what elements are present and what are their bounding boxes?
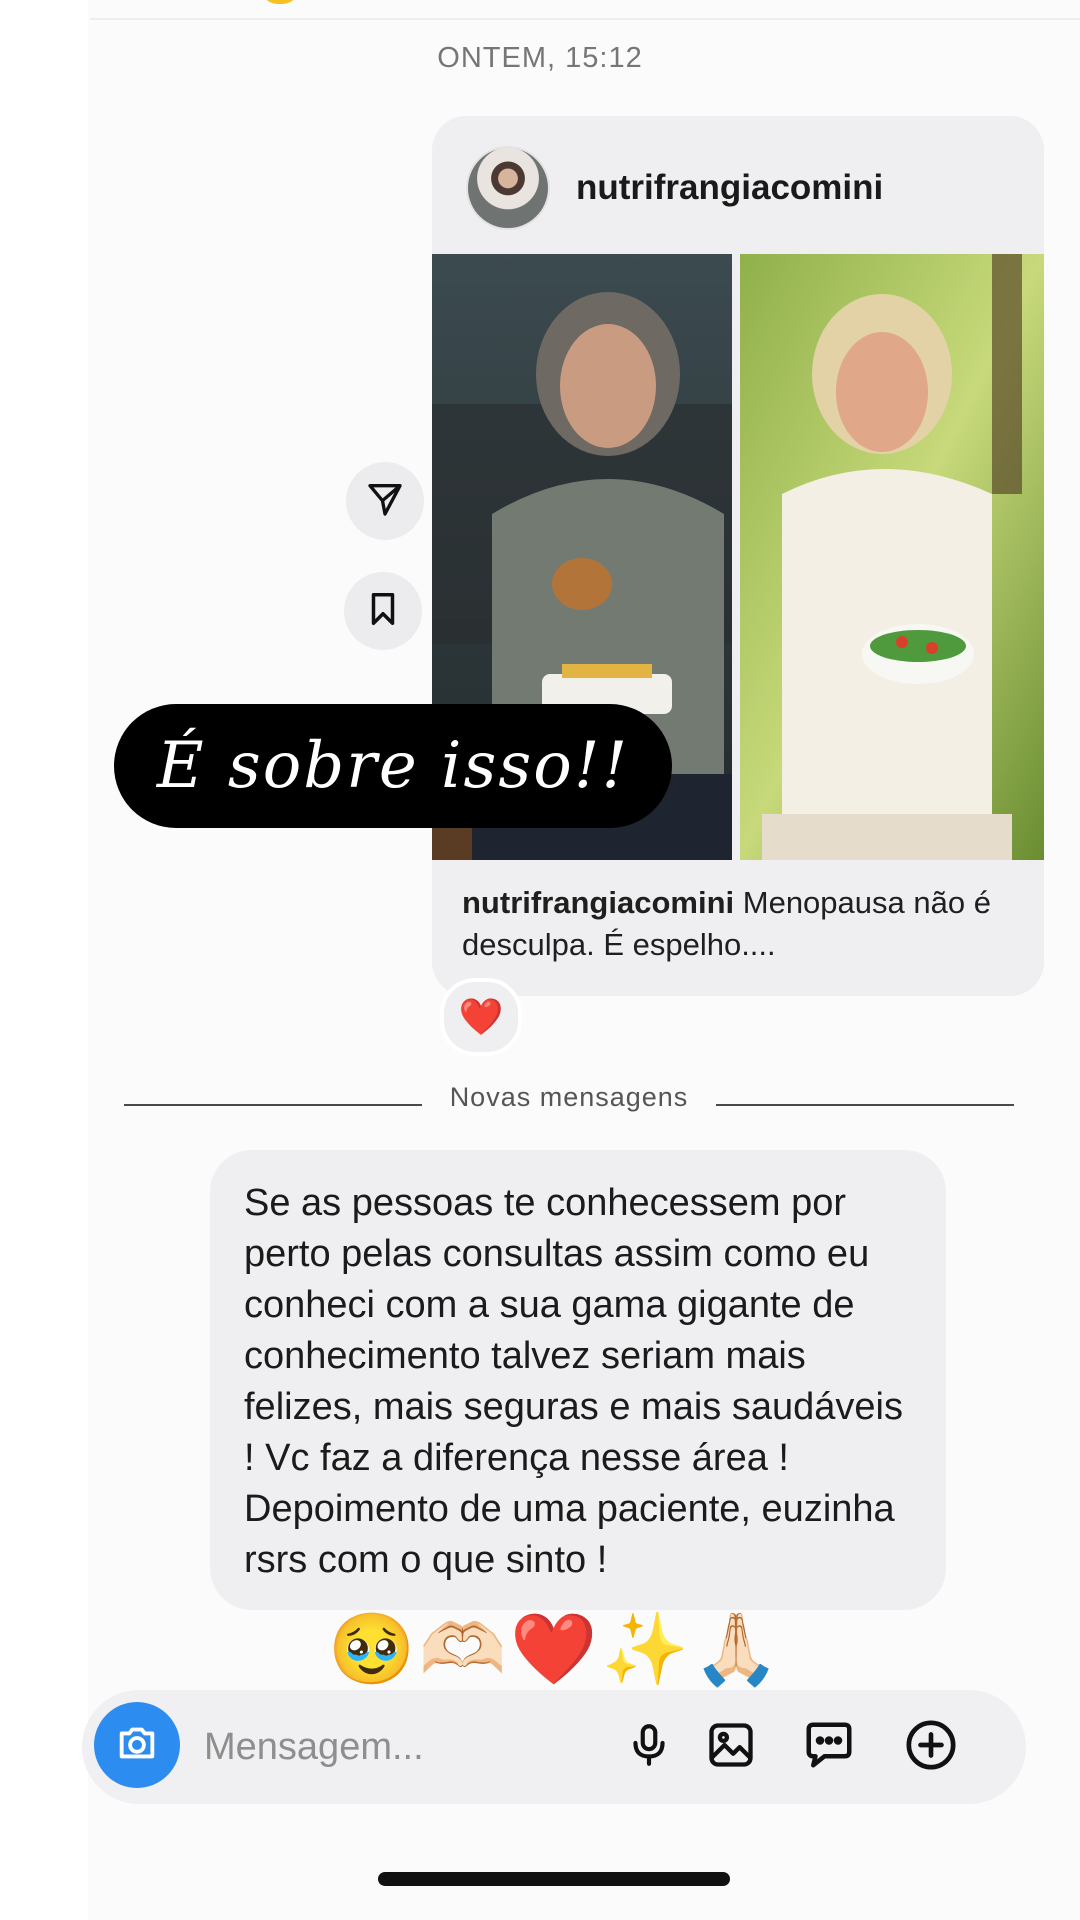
post-author-username[interactable]: nutrifrangiacomini bbox=[576, 168, 883, 208]
divider-line-right bbox=[716, 1104, 1014, 1106]
message-input[interactable] bbox=[204, 1712, 624, 1782]
new-messages-divider: Novas mensagens bbox=[124, 1082, 1014, 1122]
home-indicator[interactable] bbox=[378, 1872, 730, 1886]
gallery-button[interactable] bbox=[700, 1716, 762, 1778]
emoji-message[interactable]: 🥹🫶🏻❤️✨🙏🏻 bbox=[328, 1604, 784, 1694]
caption-username: nutrifrangiacomini bbox=[462, 885, 735, 920]
plus-circle-icon bbox=[903, 1717, 959, 1778]
more-options-button[interactable] bbox=[900, 1716, 962, 1778]
post-author-avatar[interactable] bbox=[466, 146, 550, 230]
post-caption[interactable]: nutrifrangiacomini Menopausa não é descu… bbox=[462, 882, 1022, 966]
message-composer bbox=[82, 1690, 1026, 1804]
chat-bubble-icon bbox=[802, 1718, 856, 1777]
shared-post-header[interactable]: nutrifrangiacomini bbox=[432, 116, 1044, 254]
top-divider bbox=[90, 18, 1080, 20]
voice-message-button[interactable] bbox=[618, 1716, 680, 1778]
bookmark-icon bbox=[364, 590, 402, 633]
sticker-text: É sobre isso!! bbox=[156, 729, 630, 803]
message-bubble[interactable]: Se as pessoas te conhecessem por perto p… bbox=[210, 1150, 946, 1610]
shared-post-card[interactable]: nutrifrangiacomini nutrifrangiacomini Me… bbox=[432, 116, 1044, 996]
sticker-button[interactable] bbox=[798, 1716, 860, 1778]
text-sticker: É sobre isso!! bbox=[114, 704, 672, 828]
share-button[interactable] bbox=[346, 462, 424, 540]
message-reaction[interactable]: ❤️ bbox=[440, 978, 522, 1056]
camera-button[interactable] bbox=[94, 1702, 180, 1788]
heart-reaction-emoji: ❤️ bbox=[458, 996, 504, 1037]
message-timestamp: ONTEM, 15:12 bbox=[437, 42, 643, 74]
image-icon bbox=[705, 1719, 757, 1776]
new-messages-label: Novas mensagens bbox=[449, 1082, 689, 1112]
camera-icon bbox=[114, 1720, 160, 1771]
paper-plane-icon bbox=[365, 479, 405, 524]
message-text: Se as pessoas te conhecessem por perto p… bbox=[244, 1182, 903, 1581]
microphone-icon bbox=[624, 1720, 674, 1775]
save-button[interactable] bbox=[344, 572, 422, 650]
